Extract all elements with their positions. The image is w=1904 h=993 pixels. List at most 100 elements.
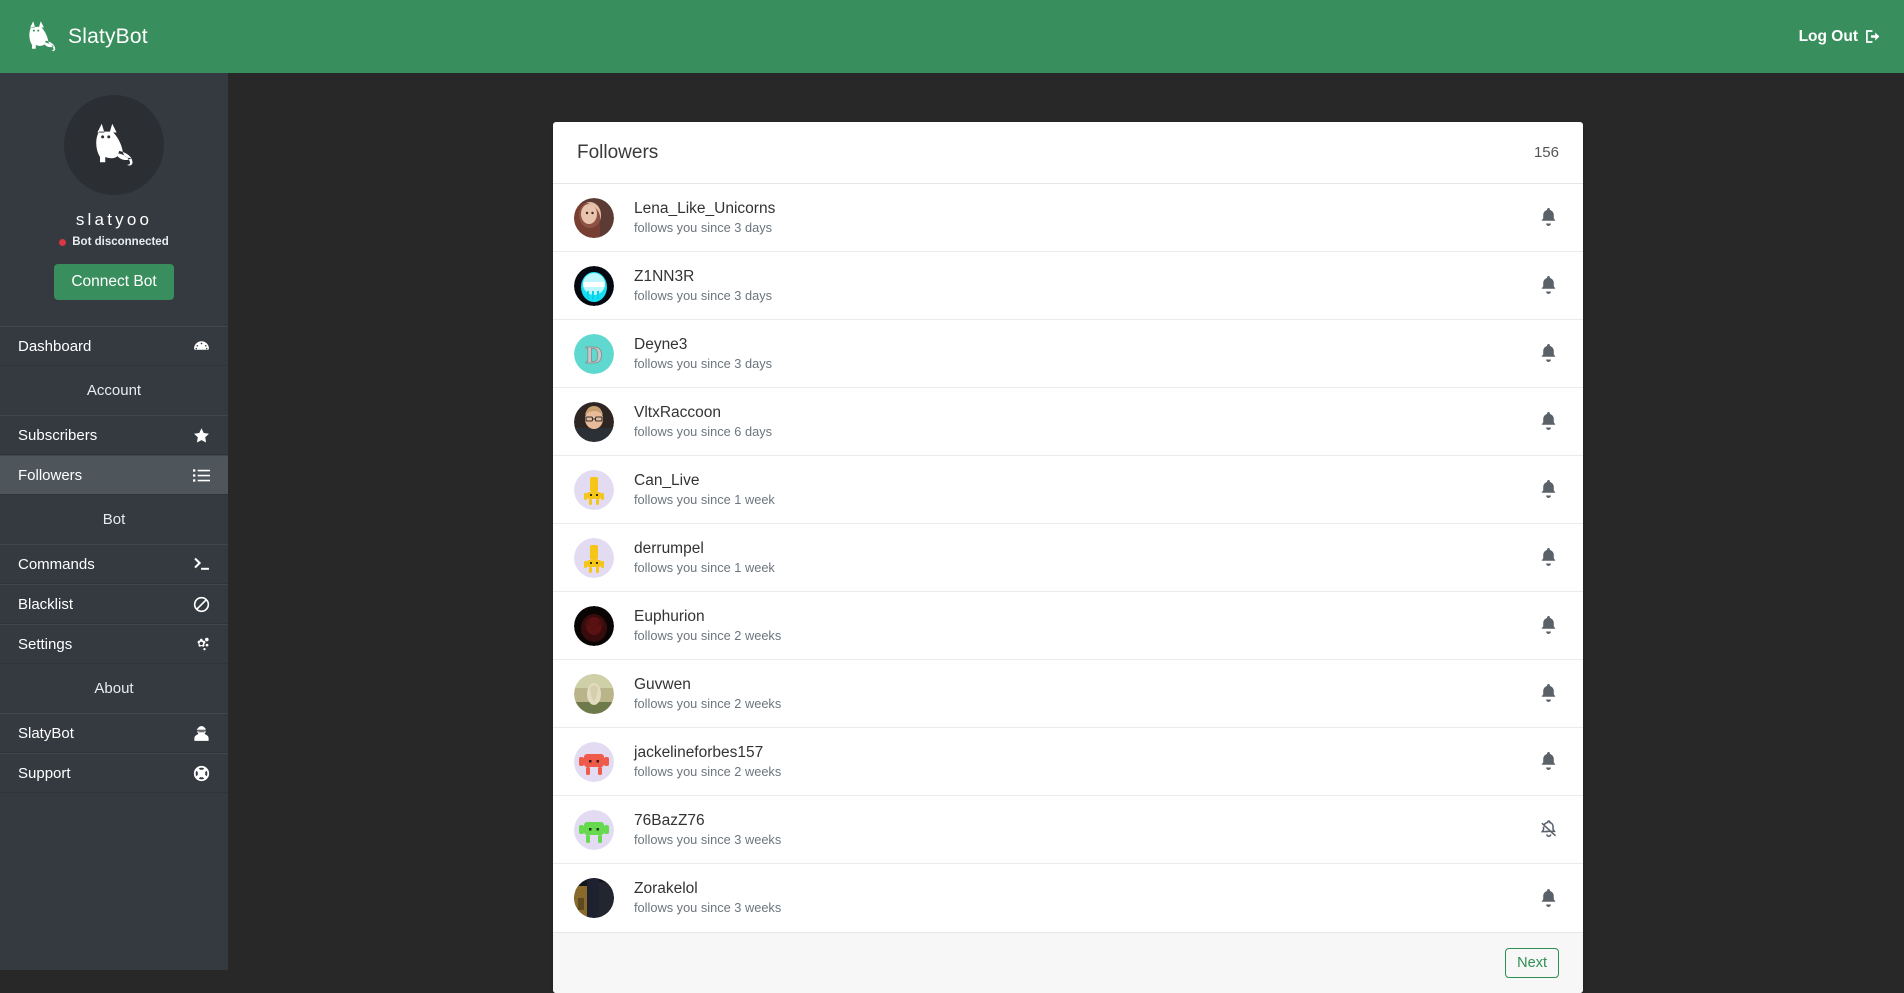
bell-icon[interactable]: [1537, 275, 1559, 297]
sidebar-item-subscribers[interactable]: Subscribers: [0, 415, 228, 455]
follower-since: follows you since 3 weeks: [634, 831, 782, 847]
bot-status: Bot disconnected: [0, 236, 228, 248]
page-title: Followers: [577, 141, 659, 163]
follower-info: Euphurion follows you since 2 weeks: [634, 608, 781, 643]
table-row[interactable]: VltxRaccoon follows you since 6 days: [553, 388, 1583, 456]
follower-info: Deyne3 follows you since 3 days: [634, 336, 772, 371]
bell-icon[interactable]: [1537, 411, 1559, 433]
card-header: Followers 156: [553, 122, 1583, 184]
avatar: [574, 878, 614, 918]
table-row[interactable]: derrumpel follows you since 1 week: [553, 524, 1583, 592]
table-row[interactable]: Z1NN3R follows you since 3 days: [553, 252, 1583, 320]
logout-label: Log Out: [1798, 27, 1858, 45]
follower-name: Z1NN3R: [634, 267, 695, 285]
sidebar-item-commands[interactable]: Commands: [0, 544, 228, 584]
follower-name: Guvwen: [634, 675, 691, 693]
avatar: [574, 469, 614, 510]
bot-status-label: Bot disconnected: [72, 236, 169, 248]
avatar: [574, 401, 614, 442]
sidebar-item-settings[interactable]: Settings: [0, 624, 228, 664]
cogs-icon: [192, 635, 210, 653]
follower-info: VltxRaccoon follows you since 6 days: [634, 404, 772, 439]
follower-name: jackelineforbes157: [634, 743, 764, 761]
logout-button[interactable]: Log Out: [1799, 28, 1882, 46]
bell-icon[interactable]: [1537, 751, 1559, 773]
sidebar-item-label: Blacklist: [18, 595, 74, 613]
sidebar: slatyoo Bot disconnected Connect Bot Das…: [0, 73, 228, 970]
avatar: [574, 809, 614, 850]
bell-icon[interactable]: [1537, 683, 1559, 705]
sidebar-item-label: SlatyBot: [18, 724, 74, 742]
bell-icon[interactable]: [1537, 615, 1559, 637]
avatar: [574, 537, 614, 578]
cat-avatar-icon: [86, 115, 142, 176]
profile-block: slatyoo Bot disconnected Connect Bot: [0, 73, 228, 300]
table-row[interactable]: Euphurion follows you since 2 weeks: [553, 592, 1583, 660]
follower-since: follows you since 2 weeks: [634, 695, 782, 711]
connect-bot-button[interactable]: Connect Bot: [54, 264, 174, 300]
sign-out-icon: [1865, 28, 1882, 45]
bell-icon[interactable]: [1537, 207, 1559, 229]
ban-icon: [192, 595, 210, 613]
follower-info: Z1NN3R follows you since 3 days: [634, 268, 772, 303]
follower-name: Lena_Like_Unicorns: [634, 199, 776, 217]
sidebar-item-label: Support: [18, 764, 71, 782]
list-icon: [192, 466, 210, 484]
sidebar-group-about: About: [94, 680, 134, 697]
follower-info: jackelineforbes157 follows you since 2 w…: [634, 744, 781, 779]
tachometer-icon: [192, 337, 210, 355]
sidebar-group-account: Account: [86, 382, 142, 399]
sidebar-item-label: Subscribers: [18, 426, 98, 444]
bell-icon[interactable]: [1537, 887, 1559, 909]
main-content: Followers 156 Lena_Like_Unicorns follows…: [228, 73, 1904, 993]
sidebar-item-label: Dashboard: [18, 337, 92, 355]
bell-slash-icon[interactable]: [1537, 819, 1559, 841]
sidebar-item-support[interactable]: Support: [0, 753, 228, 793]
avatar: [64, 95, 164, 195]
follower-since: follows you since 3 days: [634, 219, 772, 235]
table-row[interactable]: Lena_Like_Unicorns follows you since 3 d…: [553, 184, 1583, 252]
status-dot-icon: [59, 238, 67, 246]
follower-since: follows you since 2 weeks: [634, 627, 782, 643]
follower-name: Zorakelol: [634, 880, 698, 898]
sidebar-item-label: Followers: [18, 466, 83, 484]
bell-icon[interactable]: [1537, 479, 1559, 501]
follower-since: follows you since 3 days: [634, 287, 772, 303]
user-secret-icon: [192, 724, 210, 742]
sidebar-item-slatybot[interactable]: SlatyBot: [0, 713, 228, 753]
avatar: [574, 673, 614, 714]
table-row[interactable]: D Deyne3 follows you since 3 days: [553, 320, 1583, 388]
followers-list: Lena_Like_Unicorns follows you since 3 d…: [553, 184, 1583, 932]
life-ring-icon: [192, 764, 210, 782]
terminal-icon: [192, 555, 210, 573]
follower-name: derrumpel: [634, 539, 704, 557]
sidebar-item-label: Settings: [18, 635, 73, 653]
table-row[interactable]: jackelineforbes157 follows you since 2 w…: [553, 728, 1583, 796]
profile-username: slatyoo: [75, 210, 153, 229]
sidebar-item-blacklist[interactable]: Blacklist: [0, 584, 228, 624]
table-row[interactable]: Zorakelol follows you since 3 weeks: [553, 864, 1583, 932]
sidebar-item-followers[interactable]: Followers: [0, 455, 228, 495]
follower-name: Can_Live: [634, 471, 700, 489]
follower-since: follows you since 2 weeks: [634, 763, 782, 779]
sidebar-item-label: Commands: [18, 555, 95, 573]
bell-icon[interactable]: [1537, 547, 1559, 569]
follower-since: follows you since 6 days: [634, 423, 772, 439]
next-button[interactable]: Next: [1505, 948, 1559, 978]
follower-name: VltxRaccoon: [634, 403, 722, 421]
table-row[interactable]: Guvwen follows you since 2 weeks: [553, 660, 1583, 728]
follower-name: 76BazZ76: [634, 811, 705, 829]
bell-icon[interactable]: [1537, 343, 1559, 365]
follower-info: Guvwen follows you since 2 weeks: [634, 676, 781, 711]
avatar: [574, 265, 614, 306]
table-row[interactable]: Can_Live follows you since 1 week: [553, 456, 1583, 524]
follower-info: 76BazZ76 follows you since 3 weeks: [634, 812, 781, 847]
follower-name: Euphurion: [634, 607, 705, 625]
brand[interactable]: SlatyBot: [22, 15, 148, 59]
table-row[interactable]: 76BazZ76 follows you since 3 weeks: [553, 796, 1583, 864]
follower-since: follows you since 3 days: [634, 355, 772, 371]
sidebar-item-dashboard[interactable]: Dashboard: [0, 326, 228, 366]
avatar: [574, 605, 614, 646]
follower-since: follows you since 3 weeks: [634, 900, 782, 916]
